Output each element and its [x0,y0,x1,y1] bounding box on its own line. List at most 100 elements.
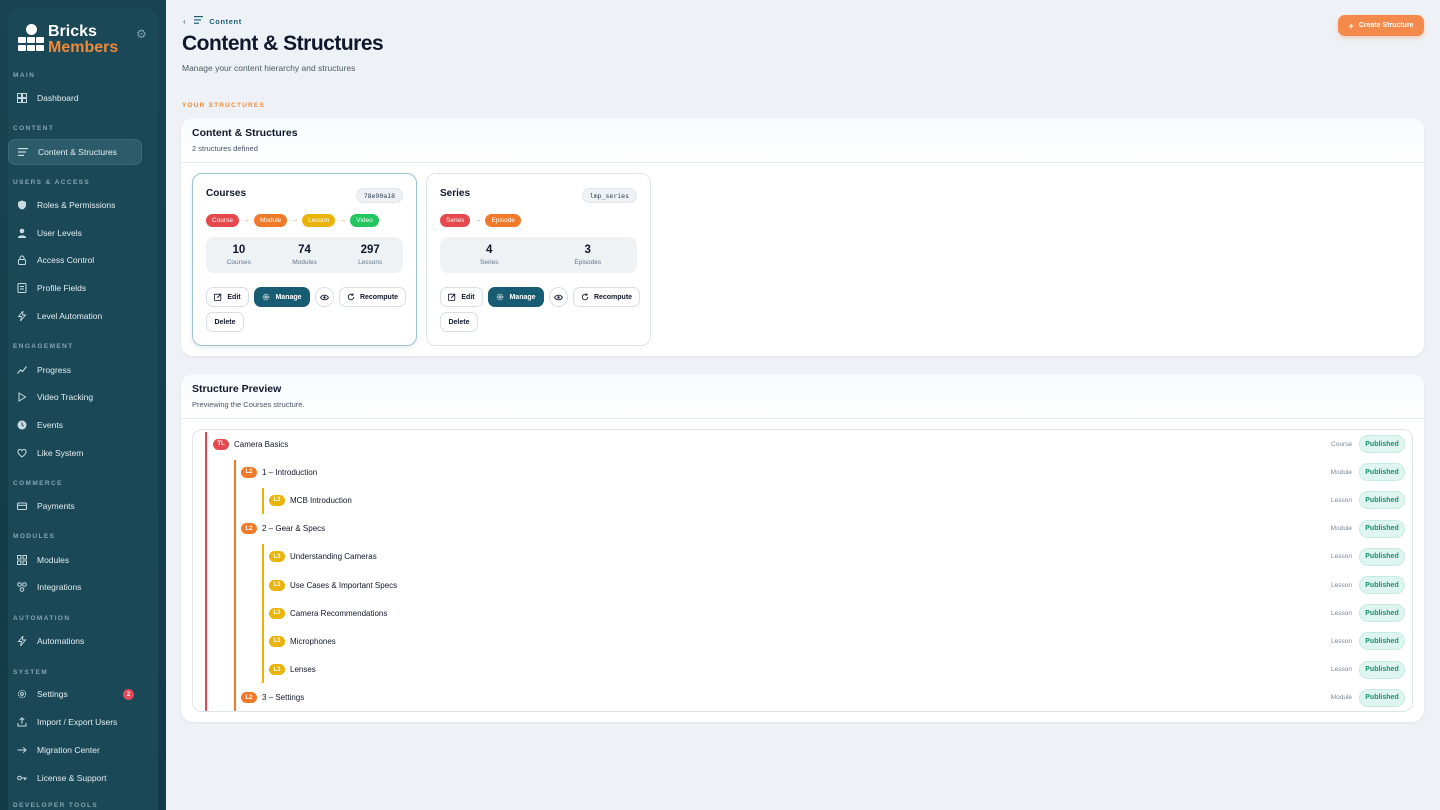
recompute-button[interactable]: Recompute [339,287,406,307]
tree-row[interactable]: L3 Understanding Cameras Lesson Published [269,547,1405,567]
delete-label: Delete [214,318,236,326]
main-content: ‹ Content Content & Structures Manage yo… [166,0,1440,810]
stat-label: Series [480,259,499,266]
sidebar-item-level-automation[interactable]: Level Automation [8,303,142,329]
sidebar-section-label: SYSTEM [13,669,49,676]
sidebar-item-label: User Levels [37,228,82,238]
stat-label: Courses [226,259,251,266]
sidebar-item-label: Automations [37,636,85,646]
breadcrumb[interactable]: ‹ Content [183,16,242,26]
tree-row[interactable]: L3 Microphones Lesson Published [269,631,1405,651]
edit-icon [448,293,456,301]
edit-button[interactable]: Edit [206,287,249,307]
sidebar-section-label: USERS & ACCESS [13,179,91,186]
structure-code-badge: 78e90a18 [355,188,403,203]
tree-row[interactable]: L2 2 – Gear & Specs Module Published [241,519,1405,539]
edit-button[interactable]: Edit [440,287,483,307]
sidebar-item-roles-permissions[interactable]: Roles & Permissions [8,192,142,218]
tree-row-name: Camera Recommendations [290,608,388,618]
level-chip: Episode [485,214,521,227]
sidebar-item-label: Video Tracking [37,392,94,402]
edit-icon [214,293,222,301]
create-structure-button[interactable]: + Create Structure [1338,15,1424,36]
sidebar-section-label: MAIN [13,72,36,79]
sidebar-item-label: Dashboard [37,93,79,103]
manage-button[interactable]: Manage [488,287,544,307]
shield-icon [16,199,28,211]
tree-row-type: Lesson [1331,637,1352,645]
tree-row[interactable]: TL Camera Basics Course Published [213,434,1405,454]
tree-row-type: Lesson [1331,609,1352,617]
arrow-right-icon: → [291,217,299,224]
sidebar-item-profile-fields[interactable]: Profile Fields [8,275,142,301]
sidebar-item-payments[interactable]: Payments [8,493,142,519]
grid-icon [16,554,28,566]
status-badge: Published [1359,576,1405,594]
tree-row[interactable]: L2 1 – Introduction Module Published [241,462,1405,482]
level-chain: Course → Module → Lesson → Video [206,214,379,227]
sidebar-item-label: Profile Fields [37,283,87,293]
plus-icon: + [1348,20,1354,31]
delete-button[interactable]: Delete [440,312,478,332]
stat-value: 10 [232,244,246,256]
preview-eye-button[interactable] [549,287,568,307]
sidebar-item-like-system[interactable]: Like System [8,440,142,466]
level-chain: Series → Episode [440,214,521,227]
stat-value: 4 [486,244,493,256]
tree-row[interactable]: L3 Camera Recommendations Lesson Published [269,603,1405,623]
sidebar-item-dashboard[interactable]: Dashboard [8,85,142,111]
tree-row[interactable]: L3 Use Cases & Important Specs Lesson Publi… [269,575,1405,595]
bolt-icon [16,635,28,647]
sidebar-section-label: AUTOMATION [13,615,71,622]
delete-button[interactable]: Delete [206,312,244,332]
tree-row-name: Use Cases & Important Specs [290,580,398,590]
structure-card[interactable]: Series lmp_series Series → Episode 4 Series 3 Ep… [426,173,651,346]
level-chip: Video [350,214,379,227]
page-subtitle: Manage your content hierarchy and struct… [182,63,356,73]
sidebar-settings-gear-icon[interactable]: ⚙ [136,28,148,40]
eye-icon [320,294,329,301]
recompute-button[interactable]: Recompute [573,287,640,307]
structure-card[interactable]: Courses 78e90a18 Course → Module → Lesson → Vide… [192,173,417,346]
preview-eye-button[interactable] [315,287,334,307]
tree-row-type: Lesson [1331,496,1352,504]
level-badge: L2 [241,692,257,704]
list-icon [17,146,29,158]
trend-icon [16,364,28,376]
tree-connector-line [262,544,264,683]
form-icon [16,282,28,294]
edit-label: Edit [227,293,241,301]
brand[interactable]: Bricks Members [18,20,118,60]
tree-row-name: MCB Introduction [290,495,352,505]
tree-row[interactable]: L2 3 – Settings Module Published [241,688,1405,708]
stat-label: Lessons [358,259,383,266]
sidebar-item-video-tracking[interactable]: Video Tracking [8,384,142,410]
sidebar-item-license-support[interactable]: License & Support [8,765,142,791]
sidebar-item-migration-center[interactable]: Migration Center [8,737,142,763]
sidebar-item-integrations[interactable]: Integrations [8,574,142,600]
sidebar-item-events[interactable]: Events [8,412,142,438]
tree-row-name: 3 – Settings [262,693,305,703]
status-badge: Published [1359,604,1405,623]
sidebar-item-content-structures[interactable]: Content & Structures [8,139,142,165]
structure-card-title: Series [440,188,471,199]
tree-row[interactable]: L3 MCB Introduction Lesson Published [269,490,1405,510]
upload-icon [16,716,28,728]
tree-row[interactable]: L3 Lenses Lesson Published [269,660,1405,680]
sidebar-item-settings[interactable]: Settings 2 [8,681,142,707]
chevron-left-icon[interactable]: ‹ [183,17,186,26]
breadcrumb-label[interactable]: Content [209,17,242,26]
manage-button[interactable]: Manage [254,287,310,307]
sidebar-item-modules[interactable]: Modules [8,547,142,573]
structure-code-badge: lmp_series [581,188,637,203]
status-badge: Published [1359,660,1405,679]
stat-item: 74 Modules [272,237,338,273]
sidebar-item-label: Level Automation [37,311,103,321]
sidebar-item-progress[interactable]: Progress [8,357,142,383]
sidebar-item-access-control[interactable]: Access Control [8,247,142,273]
sidebar-item-import-export-users[interactable]: Import / Export Users [8,709,142,735]
sidebar-item-label: Migration Center [37,745,100,755]
status-badge: Published [1359,632,1405,651]
sidebar-item-user-levels[interactable]: User Levels [8,220,142,246]
sidebar-item-automations[interactable]: Automations [8,628,142,654]
